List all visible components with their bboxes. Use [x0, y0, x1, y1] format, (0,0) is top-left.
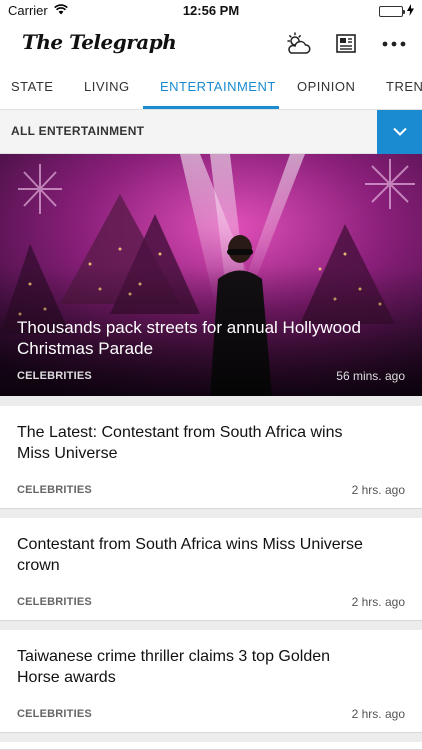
status-bar: Carrier 12:56 PM [0, 0, 422, 22]
article-headline[interactable]: Contestant from South Africa wins Miss U… [17, 534, 367, 576]
article-category: CELEBRITIES [17, 596, 92, 608]
article-timestamp: 2 hrs. ago [351, 707, 405, 721]
hero-category: CELEBRITIES [17, 370, 92, 382]
hero-article[interactable]: Thousands pack streets for annual Hollyw… [0, 154, 422, 396]
hero-headline[interactable]: Thousands pack streets for annual Hollyw… [17, 317, 397, 359]
tab-opinion[interactable]: OPINION [297, 66, 355, 109]
charging-icon [407, 4, 414, 19]
status-right [379, 4, 414, 19]
article-card[interactable]: Contestant from South Africa wins Miss U… [0, 518, 422, 621]
tab-state[interactable]: STATE [11, 66, 53, 109]
article-category: CELEBRITIES [17, 708, 92, 720]
more-icon[interactable] [380, 30, 408, 58]
article-category: CELEBRITIES [17, 484, 92, 496]
tab-entertainment[interactable]: ENTERTAINMENT [160, 66, 276, 109]
article-card[interactable]: Taiwanese crime thriller claims 3 top Go… [0, 630, 422, 733]
article-card-partial [0, 742, 422, 750]
app-header: The Telegraph [0, 22, 422, 66]
weather-icon[interactable] [284, 30, 312, 58]
article-timestamp: 2 hrs. ago [351, 595, 405, 609]
article-headline[interactable]: Taiwanese crime thriller claims 3 top Go… [17, 646, 367, 688]
status-time: 12:56 PM [182, 3, 240, 18]
hero-timestamp: 56 mins. ago [336, 369, 405, 383]
newspaper-icon[interactable] [332, 30, 360, 58]
tab-trending[interactable]: TREND [386, 66, 422, 109]
header-icons [284, 30, 408, 58]
tab-living[interactable]: LIVING [84, 66, 130, 109]
article-card[interactable]: The Latest: Contestant from South Africa… [0, 406, 422, 509]
article-timestamp: 2 hrs. ago [351, 483, 405, 497]
section-title: ALL ENTERTAINMENT [11, 124, 145, 138]
battery-icon [379, 6, 405, 17]
chevron-down-icon [392, 123, 407, 141]
telegraph-logo[interactable]: The Telegraph [22, 30, 177, 54]
section-filter-bar: ALL ENTERTAINMENT [0, 110, 422, 154]
section-dropdown-button[interactable] [377, 110, 422, 154]
section-tabs: STATE LIVING ENTERTAINMENT OPINION TREND [0, 66, 422, 110]
article-headline[interactable]: The Latest: Contestant from South Africa… [17, 422, 367, 464]
